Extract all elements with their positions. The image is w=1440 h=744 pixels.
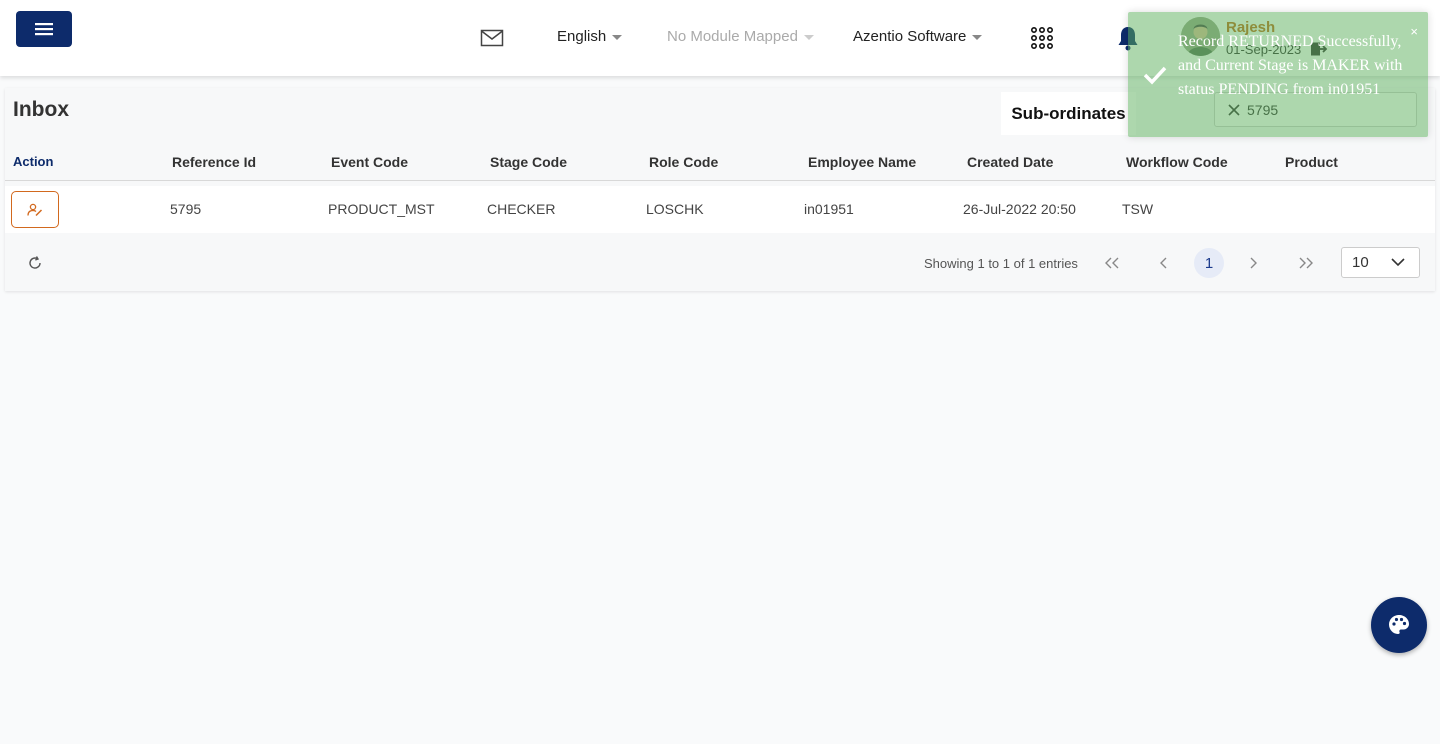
language-label: English — [557, 28, 607, 45]
column-header-workflow-code[interactable]: Workflow Code — [1126, 154, 1228, 170]
toast-message: Record RETURNED Successfully, and Curren… — [1178, 33, 1403, 98]
menu-icon — [35, 23, 53, 36]
first-page-button[interactable] — [1097, 248, 1127, 278]
pagination-info: Showing 1 to 1 of 1 entries — [924, 256, 1078, 271]
cell-role-code: LOSCHK — [646, 201, 704, 217]
chevron-down-icon — [1391, 258, 1405, 267]
user-edit-icon — [27, 203, 43, 216]
page-size-select[interactable]: 10 — [1341, 247, 1420, 278]
refresh-icon[interactable] — [27, 255, 43, 271]
tab-sub-ordinates[interactable]: Sub-ordinates — [1001, 92, 1136, 135]
caret-down-icon — [803, 35, 814, 40]
company-label: Azentio Software — [853, 28, 967, 45]
cell-workflow-code: TSW — [1122, 201, 1154, 217]
check-icon — [1143, 66, 1167, 85]
column-header-role-code[interactable]: Role Code — [649, 154, 718, 170]
double-chevron-left-icon — [1105, 257, 1119, 269]
theme-palette-button[interactable] — [1371, 597, 1427, 653]
double-chevron-right-icon — [1299, 257, 1313, 269]
column-header-created-date[interactable]: Created Date — [967, 154, 1053, 170]
page-title: Inbox — [13, 98, 69, 121]
caret-down-icon — [612, 35, 623, 40]
table-header: Action Reference Id Event Code Stage Cod… — [5, 140, 1435, 181]
table-row[interactable]: 5795 PRODUCT_MST CHECKER LOSCHK in01951 … — [5, 186, 1435, 233]
column-header-event-code[interactable]: Event Code — [331, 154, 408, 170]
success-toast: Record RETURNED Successfully, and Curren… — [1128, 12, 1428, 137]
mail-icon[interactable] — [480, 26, 504, 50]
page-number-button[interactable]: 1 — [1194, 248, 1224, 278]
palette-icon — [1389, 615, 1409, 634]
menu-button[interactable] — [16, 11, 72, 47]
column-header-product[interactable]: Product — [1285, 154, 1338, 170]
caret-down-icon — [972, 35, 983, 40]
last-page-button[interactable] — [1291, 248, 1321, 278]
cell-created-date: 26-Jul-2022 20:50 — [963, 201, 1076, 217]
module-label: No Module Mapped — [667, 28, 798, 45]
column-header-reference-id[interactable]: Reference Id — [172, 154, 256, 170]
cell-employee-name: in01951 — [804, 201, 854, 217]
action-button[interactable] — [11, 191, 59, 228]
column-header-action[interactable]: Action — [13, 154, 53, 169]
cell-reference-id: 5795 — [170, 201, 202, 217]
module-dropdown[interactable]: No Module Mapped — [667, 28, 814, 45]
company-dropdown[interactable]: Azentio Software — [853, 28, 983, 45]
column-header-stage-code[interactable]: Stage Code — [490, 154, 567, 170]
chevron-left-icon — [1160, 257, 1167, 269]
page-size-value: 10 — [1352, 254, 1369, 271]
language-dropdown[interactable]: English — [557, 28, 623, 45]
apps-grid-icon[interactable] — [1031, 27, 1053, 49]
chevron-right-icon — [1250, 257, 1257, 269]
cell-stage-code: CHECKER — [487, 201, 556, 217]
next-page-button[interactable] — [1238, 248, 1268, 278]
toast-close-button[interactable]: × — [1410, 24, 1418, 39]
column-header-employee-name[interactable]: Employee Name — [808, 154, 916, 170]
cell-event-code: PRODUCT_MST — [328, 201, 435, 217]
previous-page-button[interactable] — [1149, 248, 1179, 278]
